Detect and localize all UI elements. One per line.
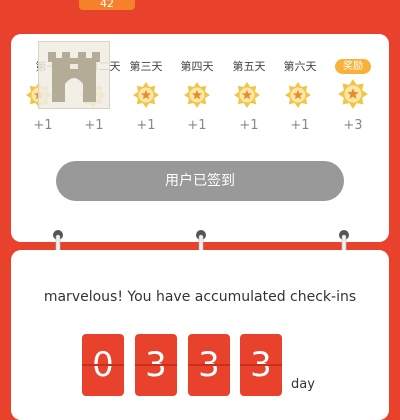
streak-message: marvelous! You have accumulated check-in… bbox=[43, 289, 357, 305]
castle-overlay-icon bbox=[38, 41, 110, 109]
digit-fold-line bbox=[188, 364, 230, 366]
medal-icon bbox=[133, 82, 159, 108]
reward-label-4: +1 bbox=[187, 118, 207, 133]
day-label-5: 第五天 bbox=[232, 60, 266, 73]
signed-in-button[interactable]: 用户已签到 bbox=[56, 161, 344, 201]
reward-label-5: +1 bbox=[239, 118, 259, 133]
counter-digit: 3 bbox=[188, 334, 230, 396]
day-label-4: 第四天 bbox=[180, 60, 214, 73]
medal-icon bbox=[234, 82, 260, 108]
checkin-card: 第一天 第二天 第三天 第四天 第五天 第六天 奖励 bbox=[11, 34, 389, 242]
bonus-badge: 奖励 bbox=[335, 59, 371, 74]
day-label-6: 第六天 bbox=[283, 60, 317, 73]
reward-label-3: +1 bbox=[136, 118, 156, 133]
counter-digit: 3 bbox=[135, 334, 177, 396]
top-pill: 42 bbox=[79, 0, 135, 10]
reward-label-2: +1 bbox=[84, 118, 104, 133]
streak-card: marvelous! You have accumulated check-in… bbox=[11, 250, 389, 420]
counter-digit: 3 bbox=[240, 334, 282, 396]
day-label-3: 第三天 bbox=[129, 60, 163, 73]
reward-row: +1 +1 +1 +1 +1 +1 +3 bbox=[11, 116, 389, 136]
reward-label-1: +1 bbox=[33, 118, 53, 133]
reward-label-6: +1 bbox=[290, 118, 310, 133]
digit-fold-line bbox=[240, 364, 282, 366]
medal-icon bbox=[184, 82, 210, 108]
day-unit-label: day bbox=[291, 377, 315, 392]
digit-fold-line bbox=[82, 364, 124, 366]
digit-fold-line bbox=[135, 364, 177, 366]
medal-icon bbox=[285, 82, 311, 108]
reward-label-bonus: +3 bbox=[343, 118, 363, 133]
counter-digit: 0 bbox=[82, 334, 124, 396]
bonus-medal-icon bbox=[338, 79, 368, 109]
